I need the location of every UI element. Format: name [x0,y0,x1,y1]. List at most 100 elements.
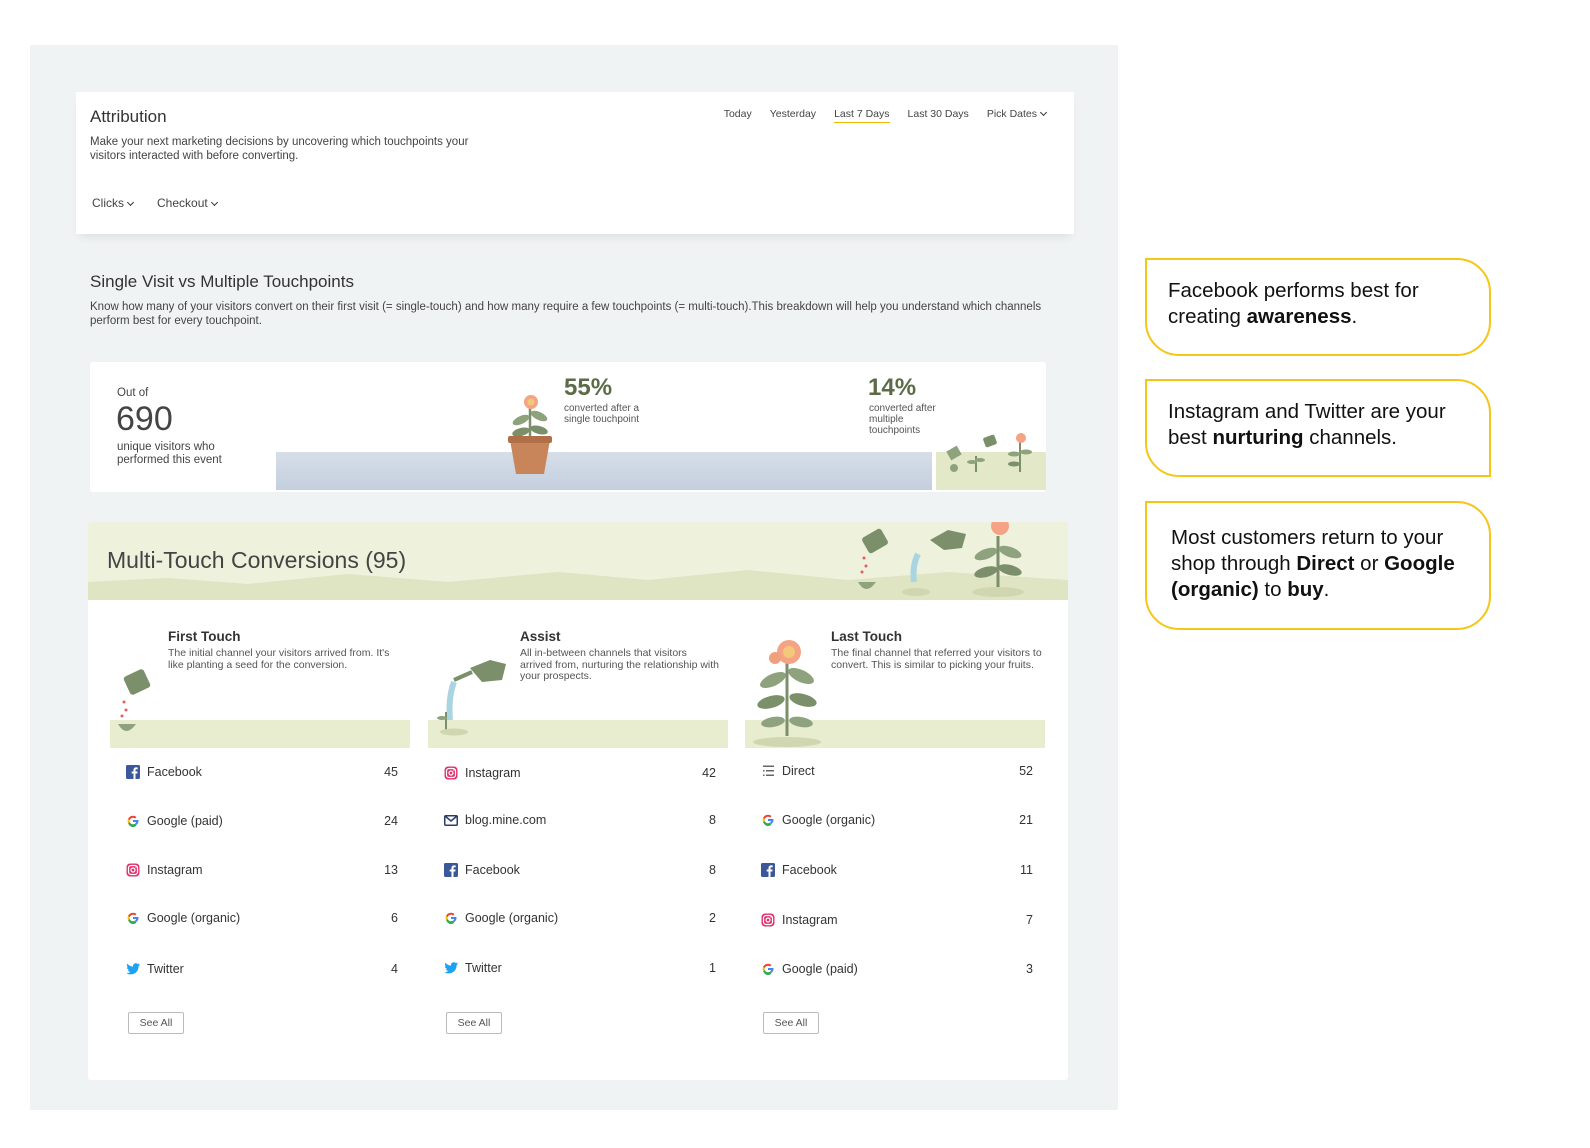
first-touch-description: The initial channel your visitors arrive… [168,647,390,671]
list-item: Google (paid) 3 [761,959,1033,979]
tab-today[interactable]: Today [724,108,752,123]
multi-touch-card: Multi-Touch Conversions (95) First Touch… [88,522,1068,1080]
twitter-icon [126,962,140,976]
list-item: Instagram 7 [761,910,1033,930]
channel-name: Facebook [147,765,202,779]
see-all-button[interactable]: See All [763,1012,819,1034]
list-item: Instagram 13 [126,860,398,880]
callout-text: . [1323,578,1330,601]
channel-count: 13 [384,863,398,877]
channel-name: Facebook [782,863,837,877]
total-visitors: 690 [116,400,173,438]
list-item: Facebook 11 [761,860,1033,880]
chevron-down-icon [210,198,218,207]
first-touch-title: First Touch [168,629,241,644]
list-item: Direct 52 [761,761,1033,781]
list-item: Twitter 1 [444,958,716,978]
date-range-tabs: Today Yesterday Last 7 Days Last 30 Days… [724,108,1048,123]
single-touch-label: converted after a single touchpoint [564,403,640,425]
list-item: Google (organic) 21 [761,810,1033,830]
pick-dates-dropdown[interactable]: Pick Dates [986,108,1048,123]
google-icon [761,962,775,976]
multi-touch-banner: Multi-Touch Conversions (95) [88,522,1068,600]
google-icon [126,814,140,828]
see-all-button[interactable]: See All [128,1012,184,1034]
checkout-dropdown[interactable]: Checkout [157,196,218,210]
see-all-button[interactable]: See All [446,1012,502,1034]
list-item: Twitter 4 [126,959,398,979]
last-touch-title: Last Touch [831,629,903,644]
multi-touch-label: converted after multiple touchpoints [869,403,936,436]
tab-last-30-days[interactable]: Last 30 Days [908,108,969,123]
channel-count: 8 [709,813,716,827]
checkout-label: Checkout [157,196,208,210]
watering-can-icon [437,660,506,736]
channel-count: 52 [1019,764,1033,778]
list-item: Facebook 45 [126,762,398,782]
google-icon [761,813,775,827]
channel-count: 4 [391,962,398,976]
instagram-icon [761,913,775,927]
facebook-icon [761,863,775,877]
channel-name: Twitter [147,962,184,976]
email-icon [444,813,458,827]
tab-last-7-days[interactable]: Last 7 Days [834,108,890,123]
channel-count: 42 [702,766,716,780]
assist-description: All in-between channels that visitors ar… [520,647,720,682]
last-touch-description: The final channel that referred your vis… [831,647,1042,671]
single-touch-bar [276,452,932,490]
callout-text: . [1351,305,1358,328]
list-item: Facebook 8 [444,860,716,880]
callout-emphasis: nurturing [1212,426,1304,449]
list-item: Google (paid) 24 [126,811,398,831]
callout-text: to [1258,578,1288,601]
pick-dates-label: Pick Dates [986,108,1037,120]
list-item: Google (organic) 2 [444,908,716,928]
garden-illustration [946,433,1032,472]
channel-name: Instagram [782,913,838,927]
section-title: Single Visit vs Multiple Touchpoints [90,272,354,291]
twitter-icon [444,961,458,975]
visitors-label: unique visitors who performed this event [117,441,222,466]
list-item: Google (organic) 6 [126,908,398,928]
callout-emphasis: awareness [1246,305,1352,328]
callout-emphasis: buy [1287,578,1324,601]
channel-count: 11 [1020,863,1033,877]
google-icon [126,911,140,925]
multi-touch-percent: 14% [868,374,917,401]
channel-name: Google (paid) [147,814,223,828]
instagram-icon [126,863,140,877]
channel-name: blog.mine.com [465,813,547,827]
potted-plant-illustration [508,395,552,474]
chevron-down-icon [1039,108,1048,117]
channel-name: Instagram [465,766,521,780]
visits-summary-card: Out of 690 unique visitors who performed… [90,362,1046,492]
channel-count: 1 [709,961,716,975]
section-description: Know how many of your visitors convert o… [90,301,1042,327]
channel-count: 45 [384,765,398,779]
seed-bag-icon [118,669,151,731]
channel-name: Google (organic) [782,813,876,827]
first-touch-illustration [110,612,410,748]
out-of-label: Out of [117,387,149,399]
list-item: Instagram 42 [444,763,716,783]
clicks-dropdown[interactable]: Clicks [92,196,135,210]
channel-name: Google (organic) [147,911,241,925]
channel-count: 3 [1026,962,1033,976]
single-touch-percent: 55% [564,374,613,401]
page-description: Make your next marketing decisions by un… [90,136,469,162]
list-item: blog.mine.com 8 [444,810,716,830]
filter-bar: Clicks Checkout [92,196,218,210]
channel-name: Google (organic) [465,911,559,925]
channel-name: Twitter [465,961,502,975]
callout-text: or [1354,552,1385,575]
tab-yesterday[interactable]: Yesterday [770,108,816,123]
channel-count: 6 [391,911,398,925]
channel-count: 21 [1019,813,1033,827]
callout-nurturing: Instagram and Twitter are your best nurt… [1145,379,1491,477]
channel-count: 8 [709,863,716,877]
attribution-header: Attribution Make your next marketing dec… [76,92,1074,234]
facebook-icon [444,863,458,877]
channel-count: 7 [1026,913,1033,927]
direct-icon [761,764,775,778]
